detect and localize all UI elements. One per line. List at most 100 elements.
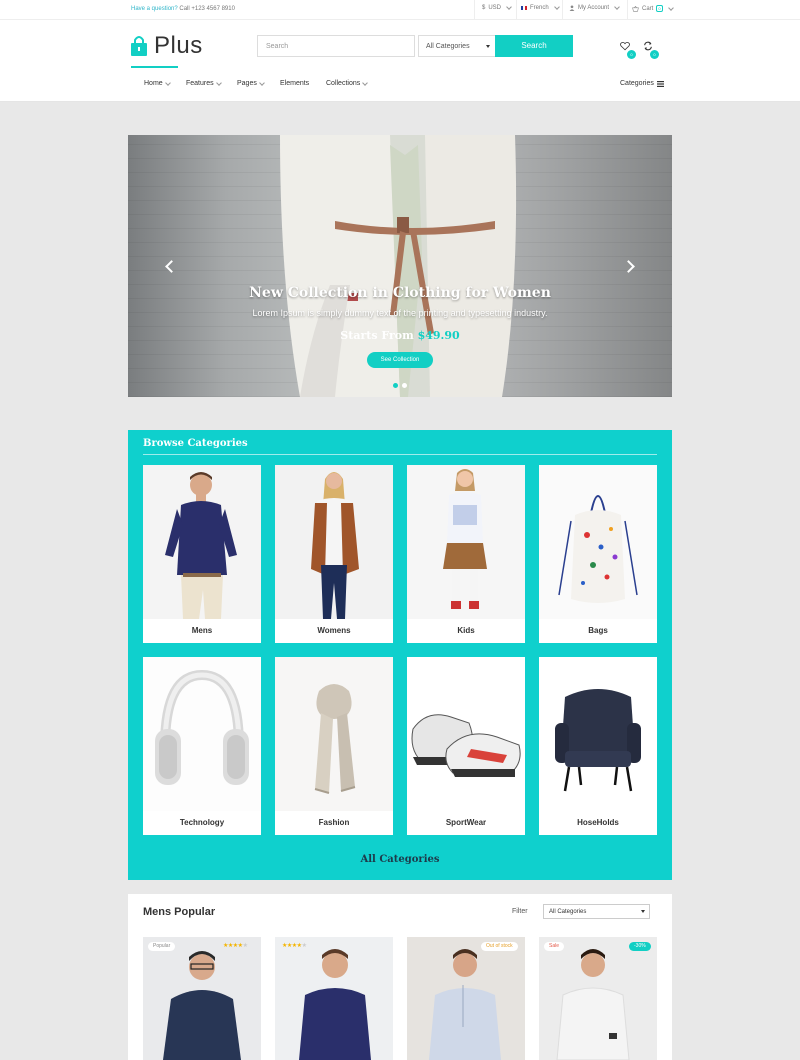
search-input[interactable]: Search — [257, 35, 415, 57]
cart-menu[interactable]: Cart 0 — [632, 4, 674, 12]
product-image — [163, 951, 241, 1060]
wishlist-button[interactable]: 0 — [618, 39, 636, 59]
product-image — [556, 949, 630, 1060]
language-selector[interactable]: French — [521, 4, 560, 11]
hero-slider[interactable]: New Collection in Clothing for Women Lor… — [128, 135, 672, 397]
shopping-bag-icon — [131, 36, 147, 56]
product-image — [429, 949, 501, 1060]
category-image-sportwear — [407, 657, 525, 811]
logo-underline — [131, 66, 178, 68]
top-bar: Have a question? Call +123 4567 8910 $ U… — [0, 0, 800, 20]
hero-subtitle: Lorem Ipsum is simply dummy text of the … — [252, 308, 548, 318]
nav-item-collections[interactable]: Collections — [326, 79, 369, 87]
category-select-value: All Categories — [426, 43, 470, 50]
filter-select[interactable]: All Categories — [543, 904, 650, 919]
hero-price-prefix: Starts From — [340, 329, 414, 342]
cart-count: 0 — [656, 5, 663, 12]
chevron-down-icon — [553, 4, 560, 10]
category-card-mens[interactable]: Mens — [143, 465, 261, 643]
question-text: Have a question? — [131, 6, 178, 12]
category-card-bags[interactable]: Bags — [539, 465, 657, 643]
category-label: SportWear — [445, 818, 487, 827]
phone-text[interactable]: Call +123 4567 8910 — [179, 6, 235, 12]
contact-info: Have a question? Call +123 4567 8910 — [131, 6, 235, 12]
nav-categories[interactable]: Categories — [620, 80, 664, 87]
site-header: Plus Search All Categories Search 0 0 Ho… — [0, 20, 800, 102]
category-image-technology — [143, 657, 261, 811]
category-image-bags — [539, 465, 657, 619]
compare-count: 0 — [650, 50, 659, 59]
category-select[interactable]: All Categories — [418, 35, 496, 57]
compare-button[interactable]: 0 — [641, 39, 659, 59]
category-image-mens — [143, 465, 261, 619]
nav-label: Features — [186, 80, 214, 87]
account-label: My Account — [578, 5, 610, 11]
browse-categories: Browse Categories Mens Womens Kids Bags … — [128, 430, 672, 880]
nav-item-home[interactable]: Home — [144, 79, 171, 87]
product-card[interactable]: Out of stock — [407, 937, 525, 1060]
nav-label: Elements — [280, 80, 310, 87]
logo-text: Plus — [154, 32, 203, 59]
currency-selector[interactable]: $ USD — [482, 4, 512, 11]
language-label: French — [530, 5, 549, 11]
nav-label: Pages — [237, 80, 257, 87]
nav-item-elements[interactable]: Elements — [280, 80, 309, 87]
category-card-womens[interactable]: Womens — [275, 465, 393, 643]
chevron-down-icon — [667, 4, 674, 11]
cart-label: Cart — [642, 5, 654, 12]
product-badge: Out of stock — [481, 942, 518, 951]
category-image-households — [539, 657, 657, 811]
category-image-womens — [275, 465, 393, 619]
chevron-down-icon — [506, 4, 512, 10]
search-button[interactable]: Search — [495, 35, 573, 57]
product-badge: Popular — [148, 942, 176, 951]
slide-dot-1[interactable] — [393, 383, 398, 388]
nav-categories-label: Categories — [620, 80, 654, 87]
wishlist-count: 0 — [627, 50, 636, 59]
category-label: Fashion — [318, 818, 350, 827]
basket-icon — [632, 5, 639, 12]
flag-france-icon — [521, 6, 527, 10]
star-icon: ★ — [301, 943, 307, 949]
category-label: Mens — [191, 626, 213, 635]
hero-price: Starts From $49.90 — [128, 329, 672, 342]
all-categories-link[interactable]: All Categories — [128, 854, 672, 865]
section-title: Mens Popular — [143, 906, 216, 918]
category-label: Womens — [317, 626, 351, 635]
category-card-kids[interactable]: Kids — [407, 465, 525, 643]
star-icon: ★ — [242, 943, 248, 949]
see-collection-button[interactable]: See Collection — [367, 352, 433, 368]
filter-select-value: All Categories — [549, 909, 587, 915]
chevron-down-icon — [215, 79, 222, 86]
account-menu[interactable]: My Account — [569, 4, 620, 11]
nav-item-pages[interactable]: Pages — [237, 79, 265, 87]
product-image — [299, 949, 371, 1060]
category-label: Kids — [457, 626, 475, 635]
product-card[interactable]: Popular ★★★★★ — [143, 937, 261, 1060]
category-card-households[interactable]: HoseHolds — [539, 657, 657, 835]
chevron-down-icon — [259, 79, 265, 86]
hamburger-icon — [656, 80, 664, 87]
category-card-sportwear[interactable]: SportWear — [407, 657, 525, 835]
divider — [143, 454, 657, 455]
hero-title: New Collection in Clothing for Women — [249, 285, 551, 301]
category-card-fashion[interactable]: Fashion — [275, 657, 393, 835]
slide-dot-2[interactable] — [402, 383, 407, 388]
mens-popular-section: Mens Popular Filter All Categories Popul… — [128, 894, 672, 1060]
caret-down-icon — [486, 45, 490, 48]
product-badge: Sale — [544, 942, 565, 951]
filter-label: Filter — [512, 908, 528, 915]
product-card[interactable]: Sale -30% — [539, 937, 657, 1060]
product-card[interactable]: ★★★★★ — [275, 937, 393, 1060]
nav-label: Home — [144, 80, 163, 87]
chevron-down-icon — [164, 79, 171, 86]
category-image-fashion — [275, 657, 393, 811]
logo[interactable]: Plus — [130, 32, 203, 60]
category-label: Technology — [179, 818, 225, 827]
nav-label: Collections — [326, 80, 361, 87]
category-label: HoseHolds — [577, 818, 619, 827]
nav-item-features[interactable]: Features — [186, 79, 222, 87]
product-rating: ★★★★★ — [223, 942, 248, 949]
category-card-technology[interactable]: Technology — [143, 657, 261, 835]
dollar-icon: $ — [482, 5, 486, 11]
